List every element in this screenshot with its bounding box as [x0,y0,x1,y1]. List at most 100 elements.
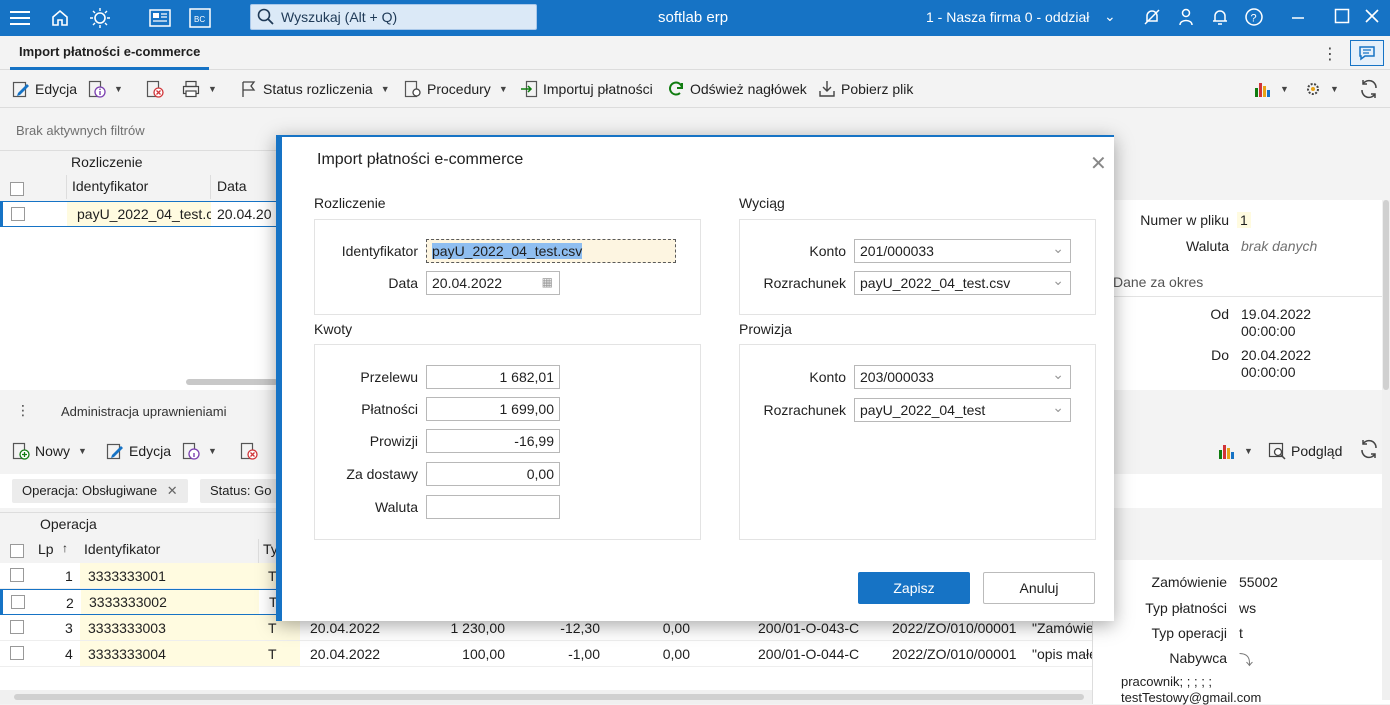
edit-button-2[interactable]: Edycja [106,440,171,462]
vertical-scrollbar[interactable] [1382,200,1390,700]
chevron-down-icon: ▼ [1330,84,1339,94]
date-input[interactable]: 20.04.2022 ▦ [426,271,560,295]
row-identifier: 3333333002 [81,590,259,614]
scrollbar-thumb[interactable] [1383,200,1389,390]
column-date[interactable]: Data [210,175,280,199]
section-title[interactable]: Administracja uprawnieniami [61,404,226,419]
user-icon[interactable] [1176,7,1196,30]
minimize-icon[interactable] [1290,6,1306,29]
column-identifier[interactable]: Identyfikator [84,541,160,557]
search-input[interactable]: Wyszukaj (Alt + Q) [250,4,537,30]
transfer-input[interactable]: 1 682,01 [426,365,560,389]
commission-account-label: Konto [809,369,846,385]
settings-dropdown-button[interactable]: ▼ [1304,78,1339,100]
bell-icon[interactable] [1210,7,1230,30]
row-commission: -12,30 [560,620,600,636]
charts-dropdown-button[interactable]: ▼ [1254,78,1289,100]
row-checkbox[interactable] [10,568,24,582]
refresh-button[interactable] [1358,78,1380,100]
mute-bell-icon[interactable] [1142,7,1162,30]
table-row[interactable]: payU_2022_04_test.c 20.04.20 [0,201,280,227]
delete-button-2[interactable] [240,440,258,462]
delete-button[interactable] [146,78,164,100]
table-row[interactable]: 2 3333333002 T [0,589,280,615]
charts-dropdown-button-2[interactable]: ▼ [1218,440,1253,462]
payments-input[interactable]: 1 699,00 [426,397,560,421]
info-dropdown-button-2[interactable]: ▼ [182,440,217,462]
procedures-button[interactable]: Procedury ▼ [404,78,508,100]
more-vertical-icon[interactable]: ⋮ [1322,44,1338,64]
status-chip[interactable]: Status: Go [200,479,280,503]
column-lp[interactable]: Lp [38,541,54,557]
company-chevron-down-icon[interactable]: ⌄ [1104,8,1116,25]
row-type: T [258,641,300,666]
shipping-label: Za dostawy [346,466,418,482]
bc-icon[interactable]: BC [188,6,212,30]
help-icon[interactable]: ? [1244,7,1264,30]
new-button[interactable]: Nowy ▼ [12,440,87,462]
select-all-checkbox[interactable] [10,182,24,196]
operation-chip[interactable]: Operacja: Obsługiwane ✕ [12,479,188,503]
chat-button[interactable] [1350,40,1384,66]
bar-chart-icon [1255,83,1270,97]
preview-button[interactable]: Podgląd [1268,440,1342,462]
close-icon[interactable]: ✕ [1090,151,1107,176]
select-all-checkbox[interactable] [10,544,24,558]
info-dropdown-button[interactable]: ▼ [88,78,123,100]
shipping-input[interactable]: 0,00 [426,462,560,486]
row-checkbox[interactable] [10,646,24,660]
download-file-button[interactable]: Pobierz plik [818,78,913,100]
section-statement-title: Wyciąg [739,195,785,211]
row-checkbox[interactable] [11,207,25,221]
from-time: 00:00:00 [1241,323,1296,339]
refresh-green-icon [669,81,683,96]
maximize-icon[interactable] [1334,8,1350,27]
flag-icon [242,81,256,97]
chip-label: Status: [210,483,255,498]
download-file-label: Pobierz plik [841,81,914,97]
import-payments-button[interactable]: Importuj płatności [520,78,653,100]
table-row[interactable]: 4 3333333004 T 20.04.2022 100,00 -1,00 0… [0,641,1092,667]
statement-account-select[interactable]: 201/000033 [854,239,1071,263]
edit-label: Edycja [35,81,78,97]
more-vertical-icon[interactable]: ⋮ [16,402,30,419]
document-info-icon [182,442,200,460]
details-panel: Numer w pliku 1 Waluta brak danych Dane … [1092,200,1390,390]
commission-input[interactable]: -16,99 [426,429,560,453]
tab-import-payments[interactable]: Import płatności e-commerce [10,36,210,70]
currency-input[interactable] [426,495,560,519]
document-list-icon[interactable] [148,6,172,30]
commission-account-select[interactable]: 203/000033 [854,365,1071,389]
row-checkbox[interactable] [10,620,24,634]
procedure-gear-icon [404,80,421,98]
save-button[interactable]: Zapisz [858,572,970,604]
arrow-down-right-icon[interactable]: ⤵ [1239,650,1253,670]
refresh-button-2[interactable] [1358,438,1380,460]
search-icon [257,8,274,25]
row-account: 200/01-O-044-C [758,646,860,662]
refresh-header-button[interactable]: Odśwież nagłówek [667,78,807,100]
horizontal-scrollbar[interactable] [0,690,1092,704]
calendar-icon[interactable]: ▦ [542,275,553,289]
bulb-icon[interactable] [88,6,112,30]
company-selector[interactable]: 1 - Nasza firma 0 - oddział [926,9,1089,25]
settings-gear-icon [1307,83,1319,95]
column-identifier[interactable]: Identyfikator [66,175,210,199]
scrollbar-thumb[interactable] [14,694,1084,700]
cancel-button[interactable]: Anuluj [983,572,1095,604]
no-active-filters[interactable]: Brak aktywnych filtrów [16,123,145,138]
row-checkbox[interactable] [11,595,25,609]
close-window-icon[interactable] [1364,8,1380,27]
home-icon[interactable] [48,6,72,30]
horizontal-scrollbar[interactable] [186,379,278,385]
settlement-status-button[interactable]: Status rozliczenia ▼ [240,78,390,100]
sort-up-icon[interactable]: ↑ [62,541,68,555]
close-icon[interactable]: ✕ [167,483,178,498]
refresh-header-label: Odśwież nagłówek [690,81,807,97]
identifier-input[interactable]: payU_2022_04_test.csv [426,239,676,263]
menu-icon[interactable] [8,6,32,30]
commission-settlement-select[interactable]: payU_2022_04_test [854,398,1071,422]
statement-settlement-select[interactable]: payU_2022_04_test.csv [854,271,1071,295]
edit-button[interactable]: Edycja [12,78,77,100]
print-dropdown-button[interactable]: ▼ [182,78,217,100]
